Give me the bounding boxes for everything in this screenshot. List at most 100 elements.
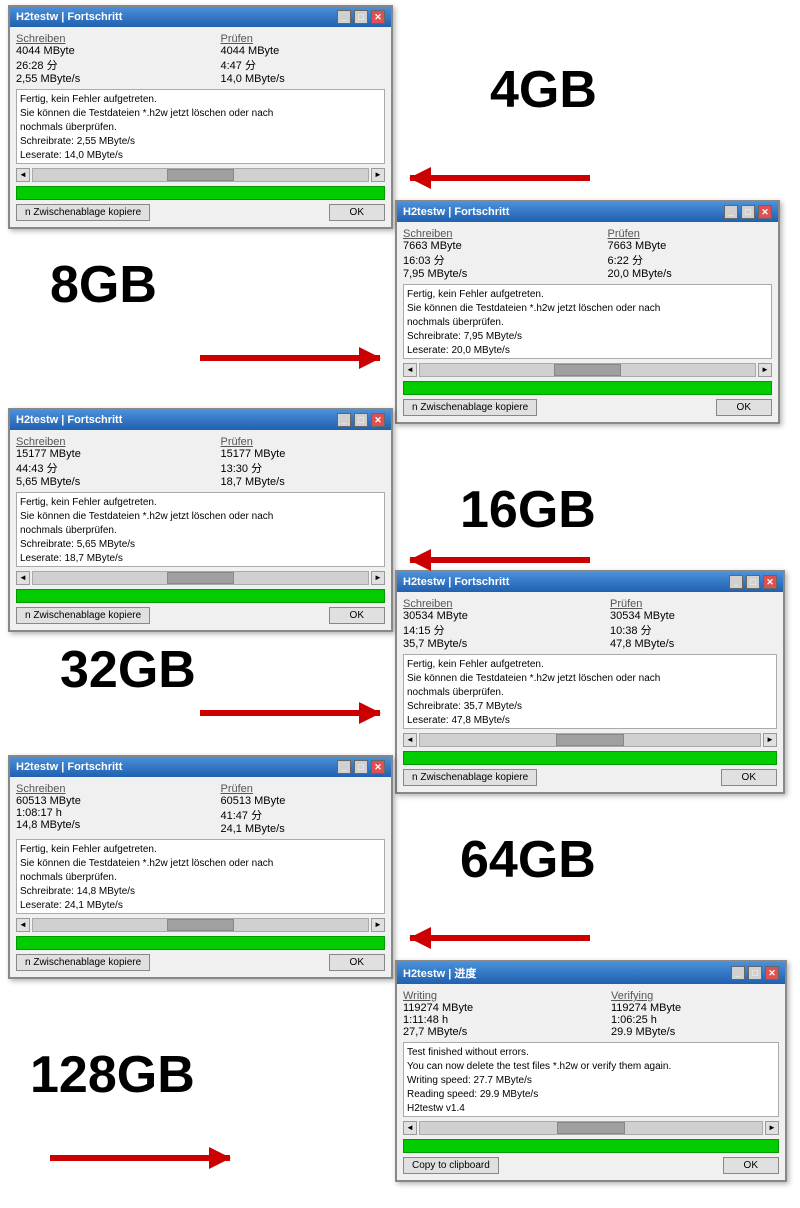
scroll-left-win16gb[interactable]: ◄: [16, 571, 30, 585]
maximize-btn-win32gb[interactable]: □: [746, 575, 760, 589]
write-speed-win16gb: 5,65 MByte/s: [16, 476, 181, 488]
close-btn-win32gb[interactable]: ✕: [763, 575, 777, 589]
ok-button-win4gb[interactable]: OK: [329, 204, 385, 221]
copy-button-win16gb[interactable]: n Zwischenablage kopiere: [16, 607, 150, 624]
verify-speed-win128gb: 29.9 MByte/s: [611, 1026, 779, 1038]
maximize-btn-win8gb[interactable]: □: [741, 205, 755, 219]
maximize-btn-win128gb[interactable]: □: [748, 966, 762, 980]
title-text-win16gb: H2testw | Fortschritt: [16, 414, 122, 426]
write-time-win4gb: 26:28 分: [16, 57, 181, 73]
close-btn-win128gb[interactable]: ✕: [765, 966, 779, 980]
minimize-btn-win128gb[interactable]: _: [731, 966, 745, 980]
scroll-thumb-win4gb[interactable]: [167, 169, 234, 181]
titlebar-win16gb: H2testw | Fortschritt _ □ ✕: [10, 410, 391, 430]
scroll-left-win32gb[interactable]: ◄: [403, 733, 417, 747]
ok-button-win16gb[interactable]: OK: [329, 607, 385, 624]
size-label-lbl8gb: 8GB: [50, 255, 157, 315]
titlebar-win4gb: H2testw | Fortschritt _ □ ✕: [10, 7, 391, 27]
write-speed-win4gb: 2,55 MByte/s: [16, 73, 181, 85]
log-area-win64gb: Fertig, kein Fehler aufgetreten. Sie kön…: [16, 839, 385, 914]
scroll-track-win32gb[interactable]: [419, 733, 761, 747]
ok-button-win32gb[interactable]: OK: [721, 769, 777, 786]
scroll-track-win64gb[interactable]: [32, 918, 369, 932]
copy-button-win128gb[interactable]: Copy to clipboard: [403, 1157, 499, 1174]
progress-bar-win32gb: [403, 751, 777, 765]
copy-button-win8gb[interactable]: n Zwischenablage kopiere: [403, 399, 537, 416]
scroll-track-win128gb[interactable]: [419, 1121, 763, 1135]
titlebar-win32gb: H2testw | Fortschritt _ □ ✕: [397, 572, 783, 592]
copy-button-win64gb[interactable]: n Zwischenablage kopiere: [16, 954, 150, 971]
write-label-win128gb: Writing: [403, 990, 571, 1002]
ok-button-win8gb[interactable]: OK: [716, 399, 772, 416]
title-text-win64gb: H2testw | Fortschritt: [16, 761, 122, 773]
write-speed-win8gb: 7,95 MByte/s: [403, 268, 568, 280]
verify-label-win16gb: Prüfen: [221, 436, 386, 448]
scroll-left-win8gb[interactable]: ◄: [403, 363, 417, 377]
scrollbar-win8gb[interactable]: ◄ ►: [403, 363, 772, 377]
log-area-win128gb: Test finished without errors. You can no…: [403, 1042, 779, 1117]
scroll-left-win128gb[interactable]: ◄: [403, 1121, 417, 1135]
minimize-btn-win8gb[interactable]: _: [724, 205, 738, 219]
scroll-right-win64gb[interactable]: ►: [371, 918, 385, 932]
write-time-win64gb: 1:08:17 h: [16, 807, 181, 819]
window-win4gb: H2testw | Fortschritt _ □ ✕ Schreiben 40…: [8, 5, 393, 229]
window-win32gb: H2testw | Fortschritt _ □ ✕ Schreiben 30…: [395, 570, 785, 794]
copy-button-win4gb[interactable]: n Zwischenablage kopiere: [16, 204, 150, 221]
minimize-btn-win64gb[interactable]: _: [337, 760, 351, 774]
write-label-win16gb: Schreiben: [16, 436, 181, 448]
scroll-left-win4gb[interactable]: ◄: [16, 168, 30, 182]
write-time-win16gb: 44:43 分: [16, 460, 181, 476]
ok-button-win64gb[interactable]: OK: [329, 954, 385, 971]
scroll-thumb-win16gb[interactable]: [167, 572, 234, 584]
minimize-btn-win16gb[interactable]: _: [337, 413, 351, 427]
scroll-right-win32gb[interactable]: ►: [763, 733, 777, 747]
maximize-btn-win4gb[interactable]: □: [354, 10, 368, 24]
scroll-track-win4gb[interactable]: [32, 168, 369, 182]
scroll-thumb-win32gb[interactable]: [556, 734, 624, 746]
close-btn-win8gb[interactable]: ✕: [758, 205, 772, 219]
progress-bar-win64gb: [16, 936, 385, 950]
scrollbar-win128gb[interactable]: ◄ ►: [403, 1121, 779, 1135]
arrow-arr16gb: [410, 557, 590, 563]
copy-button-win32gb[interactable]: n Zwischenablage kopiere: [403, 769, 537, 786]
scrollbar-win32gb[interactable]: ◄ ►: [403, 733, 777, 747]
scroll-right-win16gb[interactable]: ►: [371, 571, 385, 585]
write-size-win64gb: 60513 MByte: [16, 795, 181, 807]
verify-speed-win64gb: 24,1 MByte/s: [221, 823, 386, 835]
close-btn-win4gb[interactable]: ✕: [371, 10, 385, 24]
ok-button-win128gb[interactable]: OK: [723, 1157, 779, 1174]
log-area-win32gb: Fertig, kein Fehler aufgetreten. Sie kön…: [403, 654, 777, 729]
verify-time-win16gb: 13:30 分: [221, 460, 386, 476]
close-btn-win64gb[interactable]: ✕: [371, 760, 385, 774]
maximize-btn-win16gb[interactable]: □: [354, 413, 368, 427]
arrow-arr8gb: [200, 355, 380, 361]
scroll-left-win64gb[interactable]: ◄: [16, 918, 30, 932]
scrollbar-win16gb[interactable]: ◄ ►: [16, 571, 385, 585]
scrollbar-win4gb[interactable]: ◄ ►: [16, 168, 385, 182]
minimize-btn-win32gb[interactable]: _: [729, 575, 743, 589]
minimize-btn-win4gb[interactable]: _: [337, 10, 351, 24]
write-speed-win32gb: 35,7 MByte/s: [403, 638, 570, 650]
scroll-thumb-win128gb[interactable]: [557, 1122, 625, 1134]
scroll-thumb-win8gb[interactable]: [554, 364, 621, 376]
close-btn-win16gb[interactable]: ✕: [371, 413, 385, 427]
scroll-right-win4gb[interactable]: ►: [371, 168, 385, 182]
maximize-btn-win64gb[interactable]: □: [354, 760, 368, 774]
size-label-lbl64gb: 64GB: [460, 830, 596, 890]
scroll-right-win128gb[interactable]: ►: [765, 1121, 779, 1135]
scroll-track-win16gb[interactable]: [32, 571, 369, 585]
verify-speed-win8gb: 20,0 MByte/s: [608, 268, 773, 280]
scroll-right-win8gb[interactable]: ►: [758, 363, 772, 377]
verify-time-win64gb: 41:47 分: [221, 807, 386, 823]
verify-time-win4gb: 4:47 分: [221, 57, 386, 73]
verify-size-win4gb: 4044 MByte: [221, 45, 386, 57]
write-size-win32gb: 30534 MByte: [403, 610, 570, 622]
scroll-thumb-win64gb[interactable]: [167, 919, 234, 931]
scrollbar-win64gb[interactable]: ◄ ►: [16, 918, 385, 932]
title-text-win128gb: H2testw | 进度: [403, 965, 476, 981]
write-speed-win64gb: 14,8 MByte/s: [16, 819, 181, 831]
scroll-track-win8gb[interactable]: [419, 363, 756, 377]
arrow-arr64gb: [410, 935, 590, 941]
write-time-win8gb: 16:03 分: [403, 252, 568, 268]
write-time-win128gb: 1:11:48 h: [403, 1014, 571, 1026]
